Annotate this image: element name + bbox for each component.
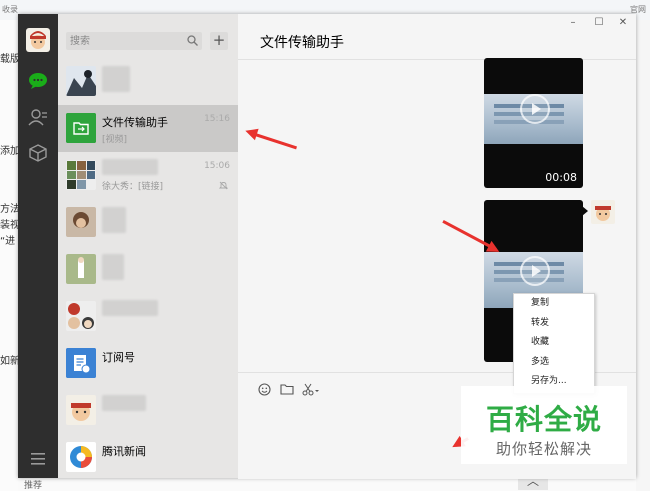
emoji-icon[interactable] <box>258 383 271 399</box>
bubble-tail <box>582 206 588 216</box>
menu-item-favorite[interactable]: 收藏 <box>514 333 594 353</box>
folder-icon[interactable] <box>280 383 294 398</box>
background-page-bottom: 推荐 ︿ <box>18 472 636 491</box>
conversation-item[interactable] <box>58 387 238 434</box>
conversation-list: + 文件传输助手 [视频] 15:16 徐大秀：[链接] 1 <box>58 14 238 478</box>
sender-avatar[interactable] <box>591 200 615 224</box>
conversation-preview: 徐大秀：[链接] <box>102 182 164 192</box>
background-text: 载版 <box>0 54 20 65</box>
chat-icon[interactable] <box>18 70 58 92</box>
conversation-item[interactable] <box>58 293 238 340</box>
background-text: 添加 <box>0 146 20 157</box>
avatar <box>66 207 96 237</box>
background-bookmark: 收录 <box>2 5 18 14</box>
conversation-time: 15:06 <box>204 161 230 171</box>
background-text: 装视 <box>0 220 20 231</box>
tencent-news-icon <box>66 442 96 472</box>
menu-item-forward[interactable]: 转发 <box>514 314 594 334</box>
nav-sidebar <box>18 14 58 478</box>
group-avatar <box>66 301 96 331</box>
background-text: “进 <box>0 236 16 247</box>
conversation-time: 15:16 <box>204 114 230 124</box>
favorites-icon[interactable] <box>18 142 58 164</box>
conversation-item[interactable] <box>58 58 238 105</box>
conversation-item[interactable] <box>58 246 238 293</box>
blurred-name <box>102 300 158 316</box>
chat-title: 文件传输助手 <box>260 35 344 51</box>
avatar <box>66 66 96 96</box>
conversation-name: 腾讯新闻 <box>102 445 146 458</box>
conversation-item-file-transfer[interactable]: 文件传输助手 [视频] 15:16 <box>58 105 238 152</box>
contacts-icon[interactable] <box>18 106 58 128</box>
close-button[interactable]: ✕ <box>616 16 630 30</box>
file-transfer-icon <box>66 113 96 143</box>
background-page-right <box>636 20 650 491</box>
add-chat-button[interactable]: + <box>210 32 228 50</box>
menu-item-copy[interactable]: 复制 <box>514 294 594 314</box>
menu-item-multi-select[interactable]: 多选 <box>514 353 594 373</box>
background-text: 如新 <box>0 356 20 367</box>
screenshot-scissors-icon[interactable] <box>302 383 320 399</box>
background-text: 推荐 <box>24 481 43 491</box>
background-text: 方法 <box>0 204 20 215</box>
conversation-item-tencent-news[interactable]: 腾讯新闻 <box>58 434 238 478</box>
blurred-name <box>102 207 126 233</box>
avatar <box>66 395 96 425</box>
conversation-name: 订阅号 <box>102 351 135 364</box>
watermark: 百科全说 助你轻松解决 <box>461 386 627 464</box>
video-message[interactable]: 00:08 <box>484 58 583 188</box>
blurred-name <box>102 254 124 280</box>
search-input[interactable] <box>66 32 184 50</box>
watermark-title: 百科全说 <box>485 403 602 436</box>
conversation-item-subscriptions[interactable]: 订阅号 <box>58 340 238 387</box>
menu-icon[interactable] <box>18 448 58 470</box>
context-menu: 复制 转发 收藏 多选 另存为... <box>513 293 595 394</box>
minimize-button[interactable]: – <box>566 16 580 30</box>
conversation-preview: [视频] <box>102 135 128 145</box>
background-page-left: 载版 添加 方法 装视 “进 如新 <box>0 20 20 491</box>
blurred-name <box>102 159 158 175</box>
blurred-name <box>102 66 130 92</box>
my-avatar[interactable] <box>26 28 50 52</box>
video-duration: 00:08 <box>545 171 577 184</box>
blurred-name <box>102 395 146 411</box>
avatar <box>66 254 96 284</box>
watermark-subtitle: 助你轻松解决 <box>495 440 592 458</box>
play-icon[interactable] <box>520 256 550 286</box>
search-icon[interactable] <box>187 35 198 49</box>
play-icon[interactable] <box>520 94 550 124</box>
mute-bell-icon <box>218 179 229 193</box>
subscriptions-icon <box>66 348 96 378</box>
conversation-name: 文件传输助手 <box>102 116 168 129</box>
search-box[interactable] <box>66 32 202 50</box>
group-avatar <box>66 160 96 190</box>
maximize-button[interactable]: ☐ <box>592 16 606 30</box>
conversation-item[interactable]: 徐大秀：[链接] 15:06 <box>58 152 238 199</box>
conversation-item[interactable] <box>58 199 238 246</box>
